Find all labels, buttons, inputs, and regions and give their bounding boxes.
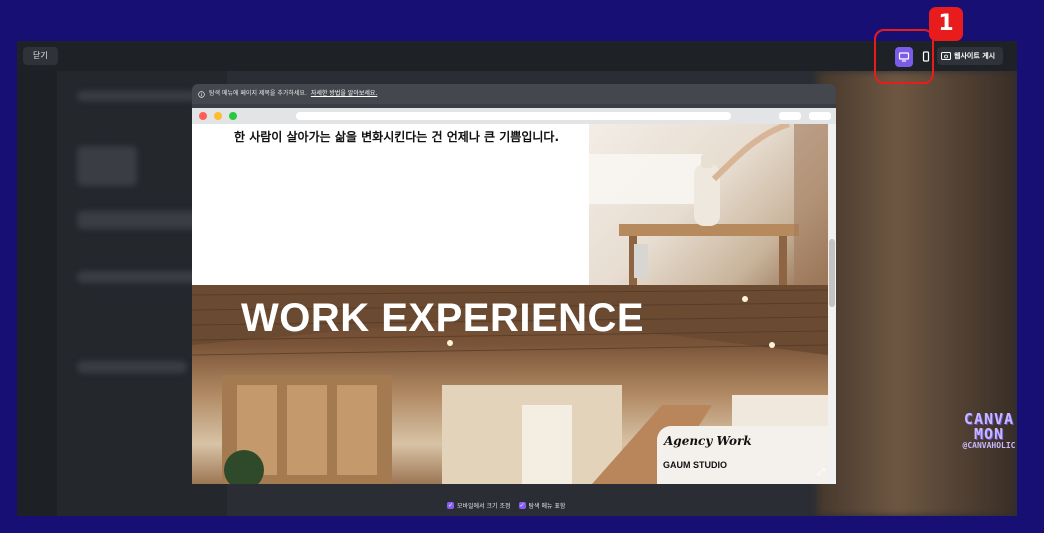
close-dot — [199, 112, 207, 120]
checkbox-checked-icon[interactable]: ✓ — [518, 502, 526, 509]
watermark: CANVA MON @CANVAHOLIC — [944, 412, 1034, 450]
step-badge: 1 — [929, 7, 963, 41]
info-icon — [198, 90, 205, 98]
card-subtitle: GAUM STUDIO — [663, 460, 727, 470]
learn-more-link[interactable]: 자세한 방법을 알아보세요. — [311, 84, 377, 104]
card-title: Agency Work — [664, 434, 752, 448]
notice-bar: 탐색 메뉴에 페이지 제목을 추가하세요. 자세한 방법을 알아보세요. — [192, 84, 836, 104]
browser-button — [779, 112, 801, 120]
preview-options: ✓ 모바일에서 크기 조정 ✓ 탐색 메뉴 표함 — [447, 501, 565, 510]
interior-photo-top — [589, 124, 828, 285]
publish-website-button[interactable]: 웹사이트 게시 — [937, 47, 1004, 65]
agency-card: Agency Work GAUM STUDIO — [657, 426, 828, 484]
url-bar — [296, 112, 731, 120]
highlight-box — [874, 29, 934, 84]
website-icon — [941, 52, 951, 60]
tagline-text: 한 사람이 살아가는 삶을 변화시킨다는 건 언제나 큰 기쁨입니다. — [234, 130, 560, 144]
website-preview: 탐색 메뉴에 페이지 제목을 추가하세요. 자세한 방법을 알아보세요. 한 사… — [192, 84, 836, 484]
blurred-sidebar — [17, 71, 57, 516]
nav-menu-option[interactable]: ✓ 탐색 메뉴 표함 — [518, 501, 566, 510]
section-title: WORK EXPERIENCE — [241, 296, 645, 340]
mobile-resize-option[interactable]: ✓ 모바일에서 크기 조정 — [447, 501, 511, 510]
expand-icon[interactable]: ⤢ — [817, 467, 825, 478]
watermark-line2: MON — [973, 425, 1005, 443]
publish-label: 웹사이트 게시 — [954, 52, 996, 60]
scrollbar-thumb[interactable] — [829, 239, 835, 307]
browser-button — [809, 112, 831, 120]
top-bar: 닫기 웹사이트 게시 — [17, 41, 1017, 71]
vase-illustration — [589, 124, 828, 285]
watermark-handle: @CANVAHOLIC — [962, 441, 1016, 450]
nav-menu-label: 탐색 메뉴 표함 — [528, 503, 566, 510]
browser-bar — [192, 108, 836, 124]
maximize-dot — [229, 112, 237, 120]
checkbox-checked-icon[interactable]: ✓ — [447, 502, 454, 509]
minimize-dot — [214, 112, 222, 120]
notice-text: 탐색 메뉴에 페이지 제목을 추가하세요. — [209, 90, 307, 97]
close-button[interactable]: 닫기 — [23, 47, 58, 65]
site-page: 한 사람이 살아가는 삶을 변화시킨다는 건 언제나 큰 기쁨입니다. WORK… — [192, 124, 828, 484]
mobile-resize-label: 모바일에서 크기 조정 — [457, 503, 511, 510]
